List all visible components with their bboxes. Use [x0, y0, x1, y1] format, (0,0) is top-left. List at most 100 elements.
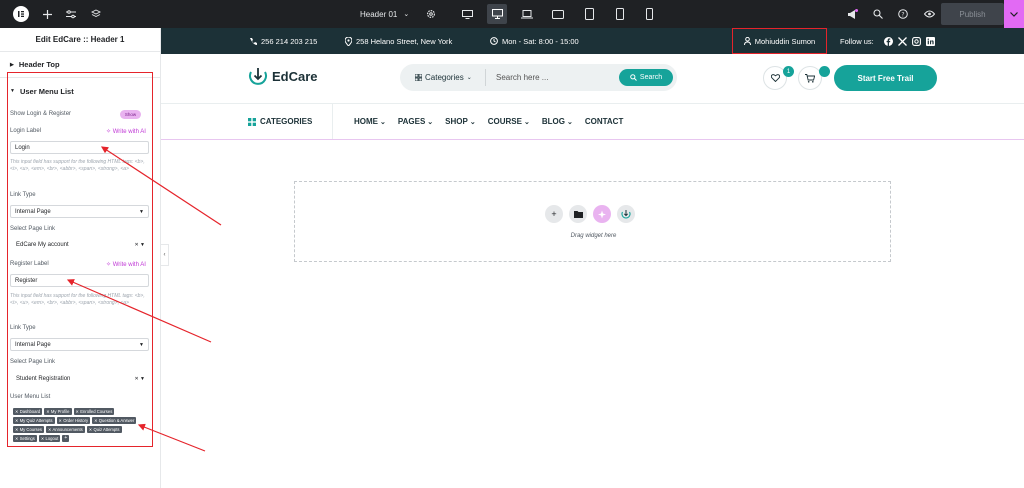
tag-enrolled-courses[interactable]: ✕ Enrolled Courses: [73, 408, 115, 415]
login-page-link-select[interactable]: EdCare My account ✕ ▼: [10, 238, 149, 251]
show-login-toggle[interactable]: Show: [120, 110, 141, 119]
theme-logo-icon[interactable]: [617, 205, 635, 223]
site-settings-icon[interactable]: [64, 6, 78, 22]
user-account-link[interactable]: Mohiuddin Sumon: [732, 28, 827, 54]
nav-categories-button[interactable]: CATEGORIES: [248, 104, 312, 139]
link-type-select[interactable]: Internal Page ▼: [10, 205, 149, 218]
document-title: Header 01: [360, 9, 398, 19]
nav-item-contact[interactable]: CONTACT: [585, 117, 624, 126]
x-twitter-icon[interactable]: [897, 36, 907, 46]
laptop-view-icon[interactable]: [520, 7, 534, 21]
tag-logout[interactable]: ✕ Logout: [38, 435, 61, 442]
document-title-dropdown[interactable]: Header 01 ⌄: [360, 0, 409, 28]
search-button[interactable]: Search: [619, 69, 673, 86]
publish-label: Publish: [959, 9, 986, 19]
tag-my-quiz-attempts[interactable]: ✕ My Quiz Attempts: [13, 417, 55, 424]
search-icon[interactable]: [871, 7, 885, 21]
register-link-type-select[interactable]: Internal Page ▼: [10, 338, 149, 351]
wishlist-count-badge: 1: [783, 66, 794, 77]
tag-dashboard[interactable]: ✕ Dashboard: [13, 408, 43, 415]
cta-label: Start Free Trail: [857, 73, 914, 83]
help-icon[interactable]: ?: [896, 7, 910, 21]
grid-icon: [415, 74, 422, 81]
edcare-logo-icon: [249, 68, 267, 85]
nav-item-course[interactable]: COURSE ⌄: [488, 117, 530, 126]
brand-name: EdCare: [272, 68, 318, 84]
site-logo[interactable]: EdCare: [248, 66, 318, 86]
tag-my-courses[interactable]: ✕ My Courses: [13, 426, 45, 433]
nav-label: CONTACT: [584, 117, 624, 126]
tablet-portrait-view-icon[interactable]: [582, 7, 596, 21]
categories-dropdown[interactable]: Categories ⌄: [415, 64, 472, 91]
collapse-panel-chevron-icon[interactable]: ‹: [161, 244, 169, 266]
link-type-value: Internal Page: [15, 208, 51, 215]
chevron-down-icon: ⌄: [469, 118, 476, 126]
nav-item-shop[interactable]: SHOP ⌄: [445, 117, 476, 126]
mobile-landscape-view-icon[interactable]: [613, 7, 627, 21]
categories-label: Categories: [425, 73, 464, 82]
add-element-icon[interactable]: [40, 6, 54, 22]
widget-drop-zone[interactable]: + Drag widget here: [294, 181, 891, 262]
address-info: 258 Helano Street, New York: [345, 28, 452, 54]
tag-label: Announcements: [52, 427, 83, 432]
chevron-down-icon: ⌄: [427, 118, 434, 126]
tag-order-history[interactable]: ✕ Order History: [56, 417, 91, 424]
svg-text:?: ?: [901, 11, 904, 18]
address-text: 258 Helano Street, New York: [356, 36, 453, 46]
nav-label: BLOG: [541, 117, 565, 126]
start-free-trial-button[interactable]: Start Free Trail: [834, 65, 937, 91]
elementor-logo-icon[interactable]: [13, 6, 29, 22]
nav-item-pages[interactable]: PAGES ⌄: [398, 117, 433, 126]
notifications-megaphone-icon[interactable]: [845, 7, 859, 21]
user-menu-list-title: User Menu List: [10, 394, 51, 400]
tablet-landscape-view-icon[interactable]: [551, 7, 565, 21]
login-label-title: Login Label: [10, 128, 42, 134]
nav-label: PAGES: [397, 117, 426, 126]
structure-layers-icon[interactable]: [89, 6, 103, 22]
tag-settings[interactable]: ✕ Settings: [13, 435, 37, 442]
instagram-icon[interactable]: [911, 36, 921, 46]
tag-label: Enrolled Courses: [80, 409, 113, 414]
tag-announcements[interactable]: ✕ Announcements: [46, 426, 85, 433]
chevron-down-icon: ⌄: [380, 118, 386, 126]
phone-icon: [250, 38, 257, 45]
register-label-input[interactable]: Register: [10, 274, 149, 287]
tag-label: Order History: [63, 418, 89, 423]
add-tag-button[interactable]: +: [62, 435, 70, 442]
tag-quiz-attempts[interactable]: ✕ Quiz Attempts: [86, 426, 122, 433]
register-page-link-select[interactable]: Student Registration ✕ ▼: [10, 372, 149, 385]
linkedin-icon[interactable]: [925, 36, 935, 46]
wishlist-count: 1: [786, 68, 791, 75]
template-folder-icon[interactable]: [569, 205, 587, 223]
toggle-label: Show: [124, 112, 137, 117]
write-with-ai-link[interactable]: ✧ Write with AI: [106, 261, 1012, 268]
publish-button[interactable]: Publish: [941, 3, 1004, 25]
login-label-input[interactable]: Login: [10, 141, 149, 154]
write-with-ai-label: Write with AI: [112, 262, 146, 268]
search-icon: [630, 74, 637, 81]
search-placeholder: Search here ...: [496, 73, 549, 82]
tag-question-answer[interactable]: ✕ Question & Answer: [92, 417, 137, 424]
page-settings-gear-icon[interactable]: [424, 7, 438, 21]
caret-down-icon: ▼: [139, 208, 144, 215]
facebook-icon[interactable]: [883, 36, 893, 46]
desktop-view-icon[interactable]: [460, 7, 474, 21]
show-login-register-label: Show Login & Register: [10, 111, 72, 117]
phone-number: 256 214 203 215: [261, 36, 318, 46]
mobile-view-icon[interactable]: [642, 7, 656, 21]
publish-options-chevron-icon[interactable]: [1004, 0, 1024, 28]
desktop-active-view-icon[interactable]: [487, 4, 507, 24]
site-info-bar: 256 214 203 215 258 Helano Street, New Y…: [161, 28, 1024, 54]
drag-widget-hint: Drag widget here: [570, 233, 617, 239]
phone-info[interactable]: 256 214 203 215: [249, 28, 317, 54]
nav-item-blog[interactable]: BLOG ⌄: [542, 117, 573, 126]
nav-label: COURSE: [487, 117, 522, 126]
login-page-value: EdCare My account: [16, 241, 69, 248]
tag-my-profile[interactable]: ✕ My Profile: [44, 408, 72, 415]
search-input[interactable]: Search here ...: [496, 64, 548, 91]
add-section-plus-icon[interactable]: +: [545, 205, 563, 223]
ai-sparkle-icon[interactable]: [593, 205, 611, 223]
follow-us: Follow us:: [840, 28, 935, 54]
preview-eye-icon[interactable]: [922, 7, 936, 21]
nav-item-home[interactable]: HOME ⌄: [354, 117, 386, 126]
